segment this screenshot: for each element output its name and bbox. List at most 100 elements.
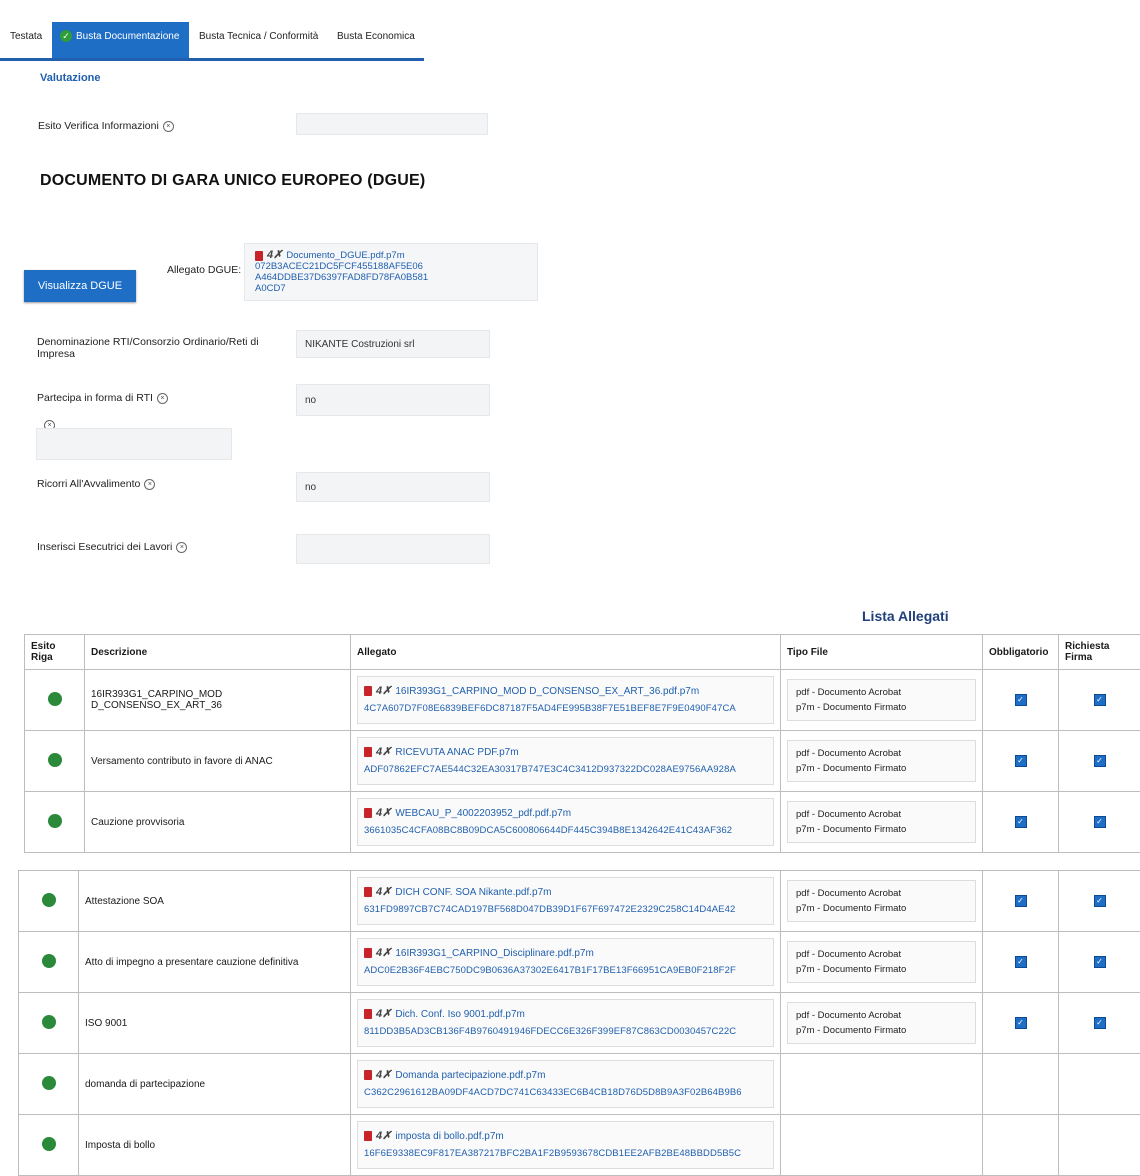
info-icon[interactable]: × — [157, 393, 168, 404]
header-richiesta-firma: Richiesta Firma — [1059, 635, 1140, 670]
attachment-box[interactable]: 4✗ Domanda partecipazione.pdf.p7m C362C296… — [357, 1060, 774, 1108]
label-line: Denominazione RTI/Consorzio Ordinario/Re… — [37, 336, 259, 348]
tipo-file-box: pdf - Documento Acrobatp7m - Documento F… — [787, 880, 976, 922]
tab-label: Busta Tecnica / Conformità — [199, 31, 318, 42]
attachment-box[interactable]: 4✗Dich. Conf. Iso 9001.pdf.p7m811DD3B5AD… — [357, 999, 774, 1047]
ricorri-avvalimento-field: no — [296, 472, 490, 502]
tab-label: Testata — [10, 31, 42, 42]
tipo-pdf: pdf - Documento Acrobat — [796, 807, 967, 822]
attachment-file-name[interactable]: imposta di bollo.pdf.p7m — [395, 1131, 503, 1142]
esito-verifica-field — [296, 113, 488, 135]
visualizza-dgue-button[interactable]: Visualizza DGUE — [24, 270, 136, 302]
richiesta-firma-checkbox[interactable]: ✓ — [1094, 694, 1106, 706]
status-ok-icon — [48, 692, 62, 706]
tab-busta-documentazione[interactable]: ✓Busta Documentazione — [52, 22, 189, 58]
table-row: Atto di impegno a presentare cauzione de… — [19, 932, 1140, 993]
esito-verifica-label: Esito Verifica Informazioni × — [38, 120, 174, 132]
valutazione-link[interactable]: Valutazione — [40, 72, 101, 84]
tipo-file-cell: pdf - Documento Acrobatp7m - Documento F… — [781, 731, 983, 792]
signature-icon: 4✗ — [376, 1067, 391, 1084]
attachment-box[interactable]: 4✗WEBCAU_P_4002203952_pdf.pdf.p7m3661035… — [357, 798, 774, 846]
label-text: Partecipa in forma di RTI — [37, 392, 153, 404]
attachment-box[interactable]: 4✗RICEVUTA ANAC PDF.p7mADF07862EFC7AE544… — [357, 737, 774, 785]
tipo-file-box: pdf - Documento Acrobatp7m - Documento F… — [787, 941, 976, 983]
tipo-pdf: pdf - Documento Acrobat — [796, 746, 967, 761]
obbligatorio-cell: ✓ — [983, 731, 1059, 792]
dgue-file-name[interactable]: Documento_DGUE.pdf.p7m — [286, 250, 404, 261]
table-row: Imposta di bollo4✗imposta di bollo.pdf.p… — [19, 1115, 1140, 1176]
tab-busta-economica[interactable]: Busta Economica — [337, 22, 415, 58]
signature-icon: 4✗ — [267, 250, 282, 261]
attachment-file-name[interactable]: Dich. Conf. Iso 9001.pdf.p7m — [395, 1009, 525, 1020]
signature-icon: 4✗ — [376, 884, 391, 901]
descrizione-cell: Atto di impegno a presentare cauzione de… — [79, 932, 351, 993]
header-esito-riga: Esito Riga — [25, 635, 85, 670]
obbligatorio-checkbox[interactable]: ✓ — [1015, 755, 1027, 767]
lista-allegati-title: Lista Allegati — [862, 608, 949, 624]
attachment-box[interactable]: 4✗ 16IR393G1_CARPINO_MOD D_CONSENSO_EX_AR… — [357, 676, 774, 724]
tipo-pdf: pdf - Documento Acrobat — [796, 1008, 967, 1023]
obbligatorio-checkbox[interactable]: ✓ — [1015, 816, 1027, 828]
table-row: 16IR393G1_CARPINO_MOD D_CONSENSO_EX_ART_… — [25, 670, 1140, 731]
check-icon: ✓ — [60, 30, 72, 42]
richiesta-firma-cell: ✓ — [1059, 932, 1140, 993]
descrizione-cell: Versamento contributo in favore di ANAC — [85, 731, 351, 792]
dgue-hash-2: A464DDBE37D6397FAD8FD78FA0B581 — [255, 272, 527, 283]
info-icon[interactable]: × — [163, 121, 174, 132]
obbligatorio-cell: ✓ — [983, 792, 1059, 853]
descrizione-cell: 16IR393G1_CARPINO_MOD D_CONSENSO_EX_ART_… — [85, 670, 351, 731]
tab-busta-tecnica[interactable]: Busta Tecnica / Conformità — [199, 22, 318, 58]
tipo-file-cell — [781, 1054, 983, 1115]
attachment-hash: C362C2961612BA09DF4ACD7DC741C63433EC6B4C… — [364, 1084, 767, 1101]
signature-icon: 4✗ — [376, 1006, 391, 1023]
allegato-cell: 4✗ 16IR393G1_CARPINO_Disciplinare.pdf.p7m… — [351, 932, 781, 993]
descrizione-cell: Cauzione provvisoria — [85, 792, 351, 853]
tipo-pdf: pdf - Documento Acrobat — [796, 886, 967, 901]
richiesta-firma-checkbox[interactable]: ✓ — [1094, 895, 1106, 907]
attachment-file-name[interactable]: WEBCAU_P_4002203952_pdf.pdf.p7m — [395, 808, 571, 819]
esito-cell — [25, 670, 85, 731]
obbligatorio-checkbox[interactable]: ✓ — [1015, 694, 1027, 706]
signature-icon: 4✗ — [376, 683, 391, 700]
attachment-file-name[interactable]: Domanda partecipazione.pdf.p7m — [395, 1070, 545, 1081]
tipo-file-box: pdf - Documento Acrobatp7m - Documento F… — [787, 679, 976, 721]
esito-cell — [19, 871, 79, 932]
tipo-file-cell: pdf - Documento Acrobatp7m - Documento F… — [781, 871, 983, 932]
signature-icon: 4✗ — [376, 945, 391, 962]
pdf-file-icon — [364, 808, 372, 818]
attachment-file-name[interactable]: DICH CONF. SOA Nikante.pdf.p7m — [395, 887, 551, 898]
allegato-cell: 4✗RICEVUTA ANAC PDF.p7mADF07862EFC7AE544… — [351, 731, 781, 792]
attachment-file-name[interactable]: RICEVUTA ANAC PDF.p7m — [395, 747, 518, 758]
richiesta-firma-checkbox[interactable]: ✓ — [1094, 1017, 1106, 1029]
info-icon[interactable]: × — [144, 479, 155, 490]
attachment-file-name[interactable]: 16IR393G1_CARPINO_Disciplinare.pdf.p7m — [395, 948, 593, 959]
descrizione-cell: Imposta di bollo — [79, 1115, 351, 1176]
tab-testata[interactable]: Testata — [10, 22, 42, 58]
obbligatorio-checkbox[interactable]: ✓ — [1015, 1017, 1027, 1029]
attachments-table-top: Esito Riga Descrizione Allegato Tipo Fil… — [24, 634, 1140, 853]
attachment-box[interactable]: 4✗DICH CONF. SOA Nikante.pdf.p7m631FD989… — [357, 877, 774, 925]
obbligatorio-checkbox[interactable]: ✓ — [1015, 956, 1027, 968]
info-icon[interactable]: × — [176, 542, 187, 553]
denominazione-label: Denominazione RTI/Consorzio Ordinario/Re… — [37, 336, 259, 360]
richiesta-firma-cell: ✓ — [1059, 993, 1140, 1054]
header-tipo-file: Tipo File — [781, 635, 983, 670]
richiesta-firma-cell: ✓ — [1059, 731, 1140, 792]
obbligatorio-checkbox[interactable]: ✓ — [1015, 895, 1027, 907]
tipo-file-cell: pdf - Documento Acrobatp7m - Documento F… — [781, 932, 983, 993]
richiesta-firma-checkbox[interactable]: ✓ — [1094, 956, 1106, 968]
attachment-box[interactable]: 4✗ 16IR393G1_CARPINO_Disciplinare.pdf.p7m… — [357, 938, 774, 986]
richiesta-firma-checkbox[interactable]: ✓ — [1094, 816, 1106, 828]
attachment-box[interactable]: 4✗imposta di bollo.pdf.p7m16F6E9338EC9F8… — [357, 1121, 774, 1169]
obbligatorio-cell: ✓ — [983, 670, 1059, 731]
label-text: Esito Verifica Informazioni — [38, 120, 159, 132]
attachment-hash: ADF07862EFC7AE544C32EA30317B747E3C4C3412… — [364, 761, 767, 778]
pdf-file-icon — [364, 747, 372, 757]
header-descrizione: Descrizione — [85, 635, 351, 670]
dgue-attachment[interactable]: 4✗Documento_DGUE.pdf.p7m 072B3ACEC21DC5F… — [244, 243, 538, 301]
status-ok-icon — [42, 1137, 56, 1151]
esito-cell — [19, 993, 79, 1054]
attachment-file-name[interactable]: 16IR393G1_CARPINO_MOD D_CONSENSO_EX_ART_… — [395, 686, 699, 697]
obbligatorio-cell — [983, 1115, 1059, 1176]
richiesta-firma-checkbox[interactable]: ✓ — [1094, 755, 1106, 767]
